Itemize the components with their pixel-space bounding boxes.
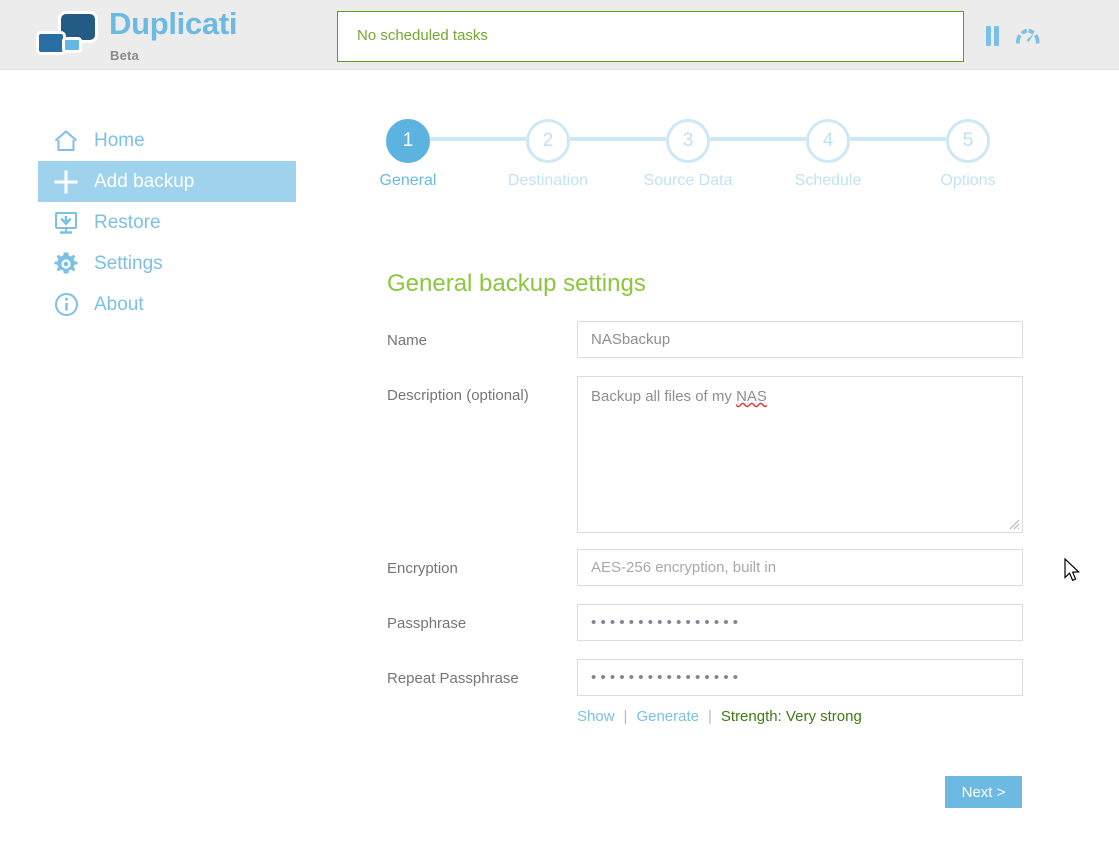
brand: Duplicati Beta	[36, 6, 326, 66]
wizard-steps: 1 General 2 Destination 3 Source Data 4 …	[380, 119, 1006, 199]
repeat-passphrase-value: ••••••••••••••••	[591, 669, 743, 686]
step-number: 4	[806, 119, 850, 163]
sidebar-item-label: Add backup	[94, 170, 195, 192]
encryption-value: AES-256 encryption, built in	[591, 559, 777, 576]
sidebar-item-home[interactable]: Home	[38, 120, 296, 161]
show-passphrase-link[interactable]: Show	[577, 708, 615, 725]
restore-icon	[38, 211, 94, 235]
step-connector	[710, 137, 806, 141]
description-textarea[interactable]: Backup all files of my NAS	[577, 376, 1023, 533]
field-row-passphrase: Passphrase ••••••••••••••••	[387, 604, 1023, 642]
field-row-encryption: Encryption AES-256 encryption, built in	[387, 549, 1023, 587]
sidebar-item-restore[interactable]: Restore	[38, 202, 296, 243]
step-connector	[430, 137, 526, 141]
pause-icon[interactable]	[985, 26, 1001, 46]
page-title: General backup settings	[387, 270, 646, 297]
status-text: No scheduled tasks	[357, 27, 488, 44]
sidebar-item-label: Home	[94, 129, 145, 151]
duplicati-logo-icon	[36, 11, 98, 61]
brand-subtitle: Beta	[110, 48, 139, 63]
passphrase-label: Passphrase	[387, 615, 467, 632]
description-label: Description (optional)	[387, 387, 529, 404]
sidebar-item-add-backup[interactable]: Add backup	[38, 161, 296, 202]
step-number: 1	[386, 119, 430, 163]
step-options[interactable]: 5 Options	[940, 119, 996, 189]
sidebar-item-label: About	[94, 293, 144, 315]
passphrase-tools: Show | Generate | Strength: Very strong	[577, 708, 862, 725]
app-header: Duplicati Beta No scheduled tasks	[0, 0, 1119, 70]
passphrase-strength: Strength: Very strong	[720, 708, 862, 725]
header-controls	[985, 24, 1055, 50]
gear-icon	[38, 251, 94, 277]
step-schedule[interactable]: 4 Schedule	[795, 119, 861, 189]
step-number: 2	[526, 119, 570, 163]
step-destination[interactable]: 2 Destination	[508, 119, 588, 189]
field-row-description: Description (optional) Backup all files …	[387, 376, 1023, 533]
mouse-cursor	[1064, 558, 1081, 582]
description-misspelled-word: NAS	[736, 388, 767, 405]
info-icon	[38, 292, 94, 317]
step-label: Schedule	[794, 172, 862, 189]
field-row-repeat-passphrase: Repeat Passphrase ••••••••••••••••	[387, 659, 1023, 697]
field-row-name: Name	[387, 321, 1023, 359]
step-number: 5	[946, 119, 990, 163]
passphrase-value: ••••••••••••••••	[591, 614, 743, 631]
separator: |	[707, 708, 712, 725]
step-label: Options	[940, 172, 996, 189]
separator: |	[623, 708, 628, 725]
repeat-passphrase-input[interactable]: ••••••••••••••••	[577, 659, 1023, 696]
step-connector	[850, 137, 946, 141]
sidebar-item-about[interactable]: About	[38, 284, 296, 325]
step-connector	[570, 137, 666, 141]
speedometer-icon[interactable]	[1013, 24, 1043, 48]
step-number: 3	[666, 119, 710, 163]
sidebar: Home Add backup Restore Settings About	[38, 120, 296, 325]
encryption-label: Encryption	[387, 560, 458, 577]
encryption-select[interactable]: AES-256 encryption, built in	[577, 549, 1023, 586]
description-text: Backup all files of my	[591, 388, 737, 405]
name-input[interactable]	[577, 321, 1023, 358]
sidebar-item-label: Settings	[94, 252, 163, 274]
home-icon	[38, 129, 94, 153]
passphrase-input[interactable]: ••••••••••••••••	[577, 604, 1023, 641]
plus-icon	[38, 169, 94, 195]
name-label: Name	[387, 332, 428, 349]
step-label: General	[379, 172, 437, 189]
resize-handle-icon[interactable]	[1009, 519, 1020, 530]
sidebar-item-label: Restore	[94, 211, 161, 233]
sidebar-item-settings[interactable]: Settings	[38, 243, 296, 284]
step-general[interactable]: 1 General	[380, 119, 436, 189]
brand-title: Duplicati	[109, 6, 238, 41]
repeat-passphrase-label: Repeat Passphrase	[387, 670, 519, 687]
generate-passphrase-link[interactable]: Generate	[636, 708, 699, 725]
step-label: Source Data	[643, 172, 733, 189]
next-button[interactable]: Next >	[945, 776, 1022, 808]
step-label: Destination	[507, 172, 589, 189]
status-bar[interactable]: No scheduled tasks	[337, 11, 964, 62]
step-source-data[interactable]: 3 Source Data	[644, 119, 732, 189]
